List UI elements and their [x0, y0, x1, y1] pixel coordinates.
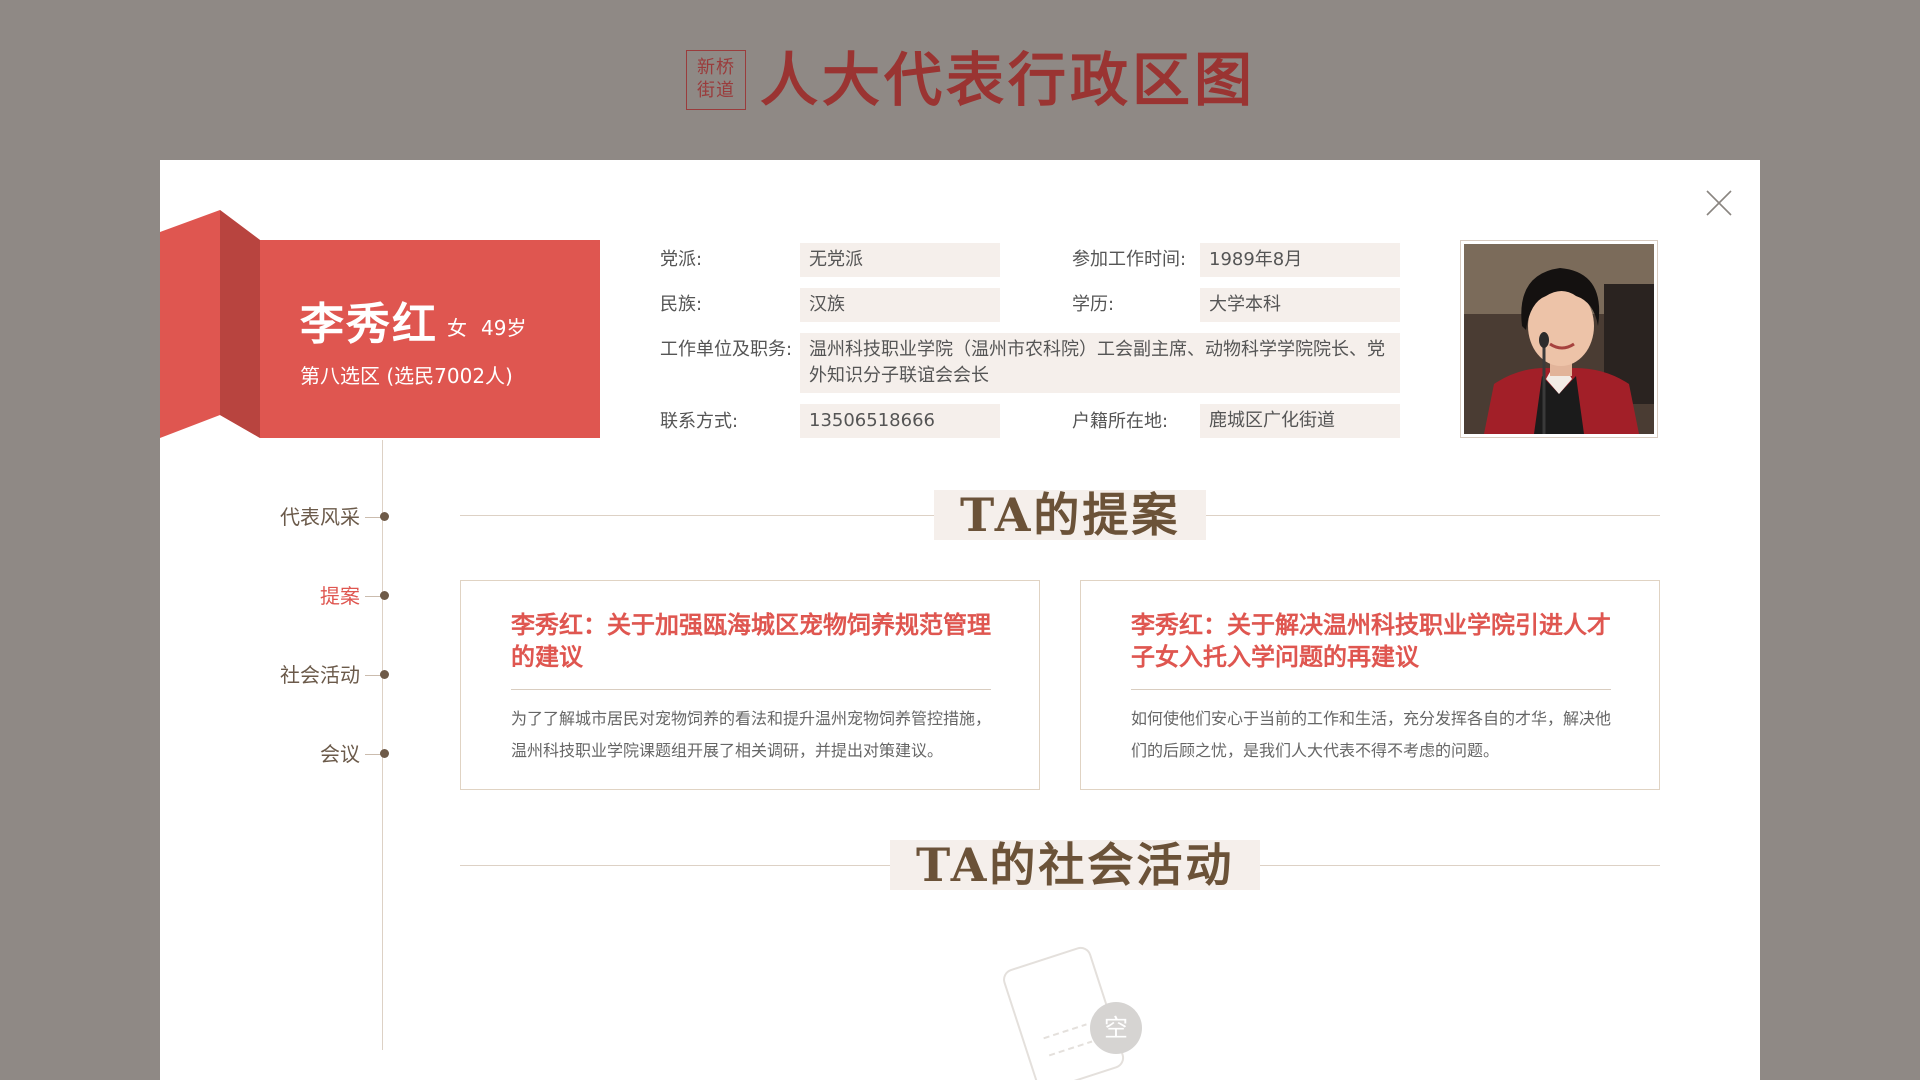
education-label: 学历: — [1072, 294, 1115, 315]
empty-document-icon — [1003, 946, 1142, 1080]
close-icon — [1706, 190, 1732, 216]
representative-detail-panel: 李秀红 女 49岁 第八选区 (选民7002人) 党派: 无党派 参加工作时间: … — [160, 160, 1760, 1080]
portrait-photo — [1464, 244, 1654, 434]
portrait-illustration — [1464, 244, 1654, 434]
proposals-section-title: TA的提案 — [934, 490, 1207, 540]
page-title: 人大代表行政区图 — [760, 46, 1257, 114]
proposal-divider — [511, 689, 991, 690]
header-stamp: 新桥 街道 — [686, 50, 746, 110]
stamp-line-2: 街道 — [697, 80, 735, 101]
page-header: 新桥 街道 人大代表行政区图 — [0, 0, 1920, 160]
close-button[interactable] — [1704, 188, 1734, 218]
residence-value: 鹿城区广化街道 — [1200, 404, 1400, 438]
banner-ribbon-fold — [160, 210, 260, 438]
activities-section-title: TA的社会活动 — [890, 840, 1261, 890]
employer-label: 工作单位及职务: — [660, 339, 793, 360]
employer-value: 温州科技职业学院（温州市农科院）工会副主席、动物科学学院院长、党外知识分子联谊会… — [800, 333, 1400, 393]
district-label: 第八选区 (选民7002人) — [300, 364, 513, 388]
party-label: 党派: — [660, 249, 703, 270]
proposal-summary-1: 为了了解城市居民对宠物饲养的看法和提升温州宠物饲养管控措施，温州科技职业学院课题… — [511, 709, 992, 760]
stamp-line-1: 新桥 — [697, 57, 735, 78]
ethnicity-value: 汉族 — [800, 288, 1000, 322]
nav-dot — [380, 591, 389, 600]
residence-label: 户籍所在地: — [1072, 411, 1169, 432]
proposal-card-1[interactable]: 李秀红：关于加强瓯海城区宠物饲养规范管理的建议 为了了解城市居民对宠物饲养的看法… — [460, 580, 1040, 790]
work-start-value: 1989年8月 — [1200, 243, 1400, 277]
empty-state: 空 — [996, 930, 1166, 1080]
proposal-divider — [1131, 689, 1611, 690]
nav-item-social-activities[interactable]: 社会活动 — [220, 660, 400, 690]
proposal-summary-2: 如何使他们安心于当前的工作和生活，充分发挥各自的才华，解决他们的后顾之忧，是我们… — [1131, 709, 1612, 760]
education-value: 大学本科 — [1200, 288, 1400, 322]
proposal-title-2[interactable]: 李秀红：关于解决温州科技职业学院引进人才子女入托入学问题的再建议 — [1131, 609, 1611, 673]
contact-label: 联系方式: — [660, 411, 739, 432]
representative-name: 李秀红 — [300, 299, 438, 350]
nav-dot — [380, 670, 389, 679]
age-label: 49岁 — [481, 316, 527, 340]
contact-value: 13506518666 — [800, 404, 1000, 438]
proposal-title-1[interactable]: 李秀红：关于加强瓯海城区宠物饲养规范管理的建议 — [511, 609, 991, 673]
nav-item-proposals[interactable]: 提案 — [220, 581, 400, 611]
nav-label-representative-profile: 代表风采 — [280, 505, 360, 529]
nav-label-proposals: 提案 — [320, 584, 360, 608]
name-banner: 李秀红 女 49岁 第八选区 (选民7002人) — [260, 240, 600, 438]
nav-dot — [380, 512, 389, 521]
empty-label: 空 — [1104, 1014, 1128, 1042]
ethnicity-label: 民族: — [660, 294, 703, 315]
work-start-label: 参加工作时间: — [1072, 249, 1187, 270]
party-value: 无党派 — [800, 243, 1000, 277]
proposal-card-2[interactable]: 李秀红：关于解决温州科技职业学院引进人才子女入托入学问题的再建议 如何使他们安心… — [1080, 580, 1660, 790]
portrait-frame — [1460, 240, 1658, 438]
nav-item-meetings[interactable]: 会议 — [220, 739, 400, 769]
nav-label-meetings: 会议 — [320, 742, 360, 766]
nav-dot — [380, 749, 389, 758]
gender-label: 女 — [447, 316, 467, 340]
nav-item-representative-profile[interactable]: 代表风采 — [220, 502, 400, 532]
representative-meta: 女 49岁 — [447, 312, 526, 341]
nav-label-social-activities: 社会活动 — [280, 663, 360, 687]
